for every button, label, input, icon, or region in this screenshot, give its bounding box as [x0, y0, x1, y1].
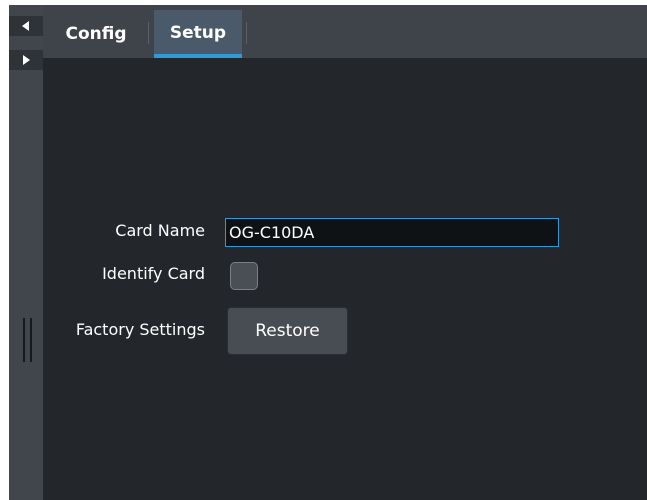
- card-name-input[interactable]: [225, 218, 559, 247]
- tab-separator: [246, 22, 247, 44]
- triangle-right-icon: [23, 55, 30, 65]
- factory-settings-label: Factory Settings: [75, 320, 205, 339]
- scroll-right-button[interactable]: [9, 50, 43, 70]
- triangle-left-icon: [22, 21, 29, 31]
- tab-setup[interactable]: Setup: [154, 10, 242, 58]
- identify-card-label: Identify Card: [102, 264, 205, 283]
- tab-config[interactable]: Config: [53, 10, 139, 58]
- scroll-left-button[interactable]: [9, 16, 43, 36]
- setup-panel: [9, 5, 647, 500]
- restore-button[interactable]: Restore: [227, 307, 348, 355]
- tab-separator: [148, 22, 149, 44]
- side-navigation-strip: [9, 5, 43, 500]
- tab-bar: Config Setup: [43, 5, 647, 58]
- identify-card-checkbox[interactable]: [230, 262, 258, 290]
- card-name-label: Card Name: [115, 221, 205, 240]
